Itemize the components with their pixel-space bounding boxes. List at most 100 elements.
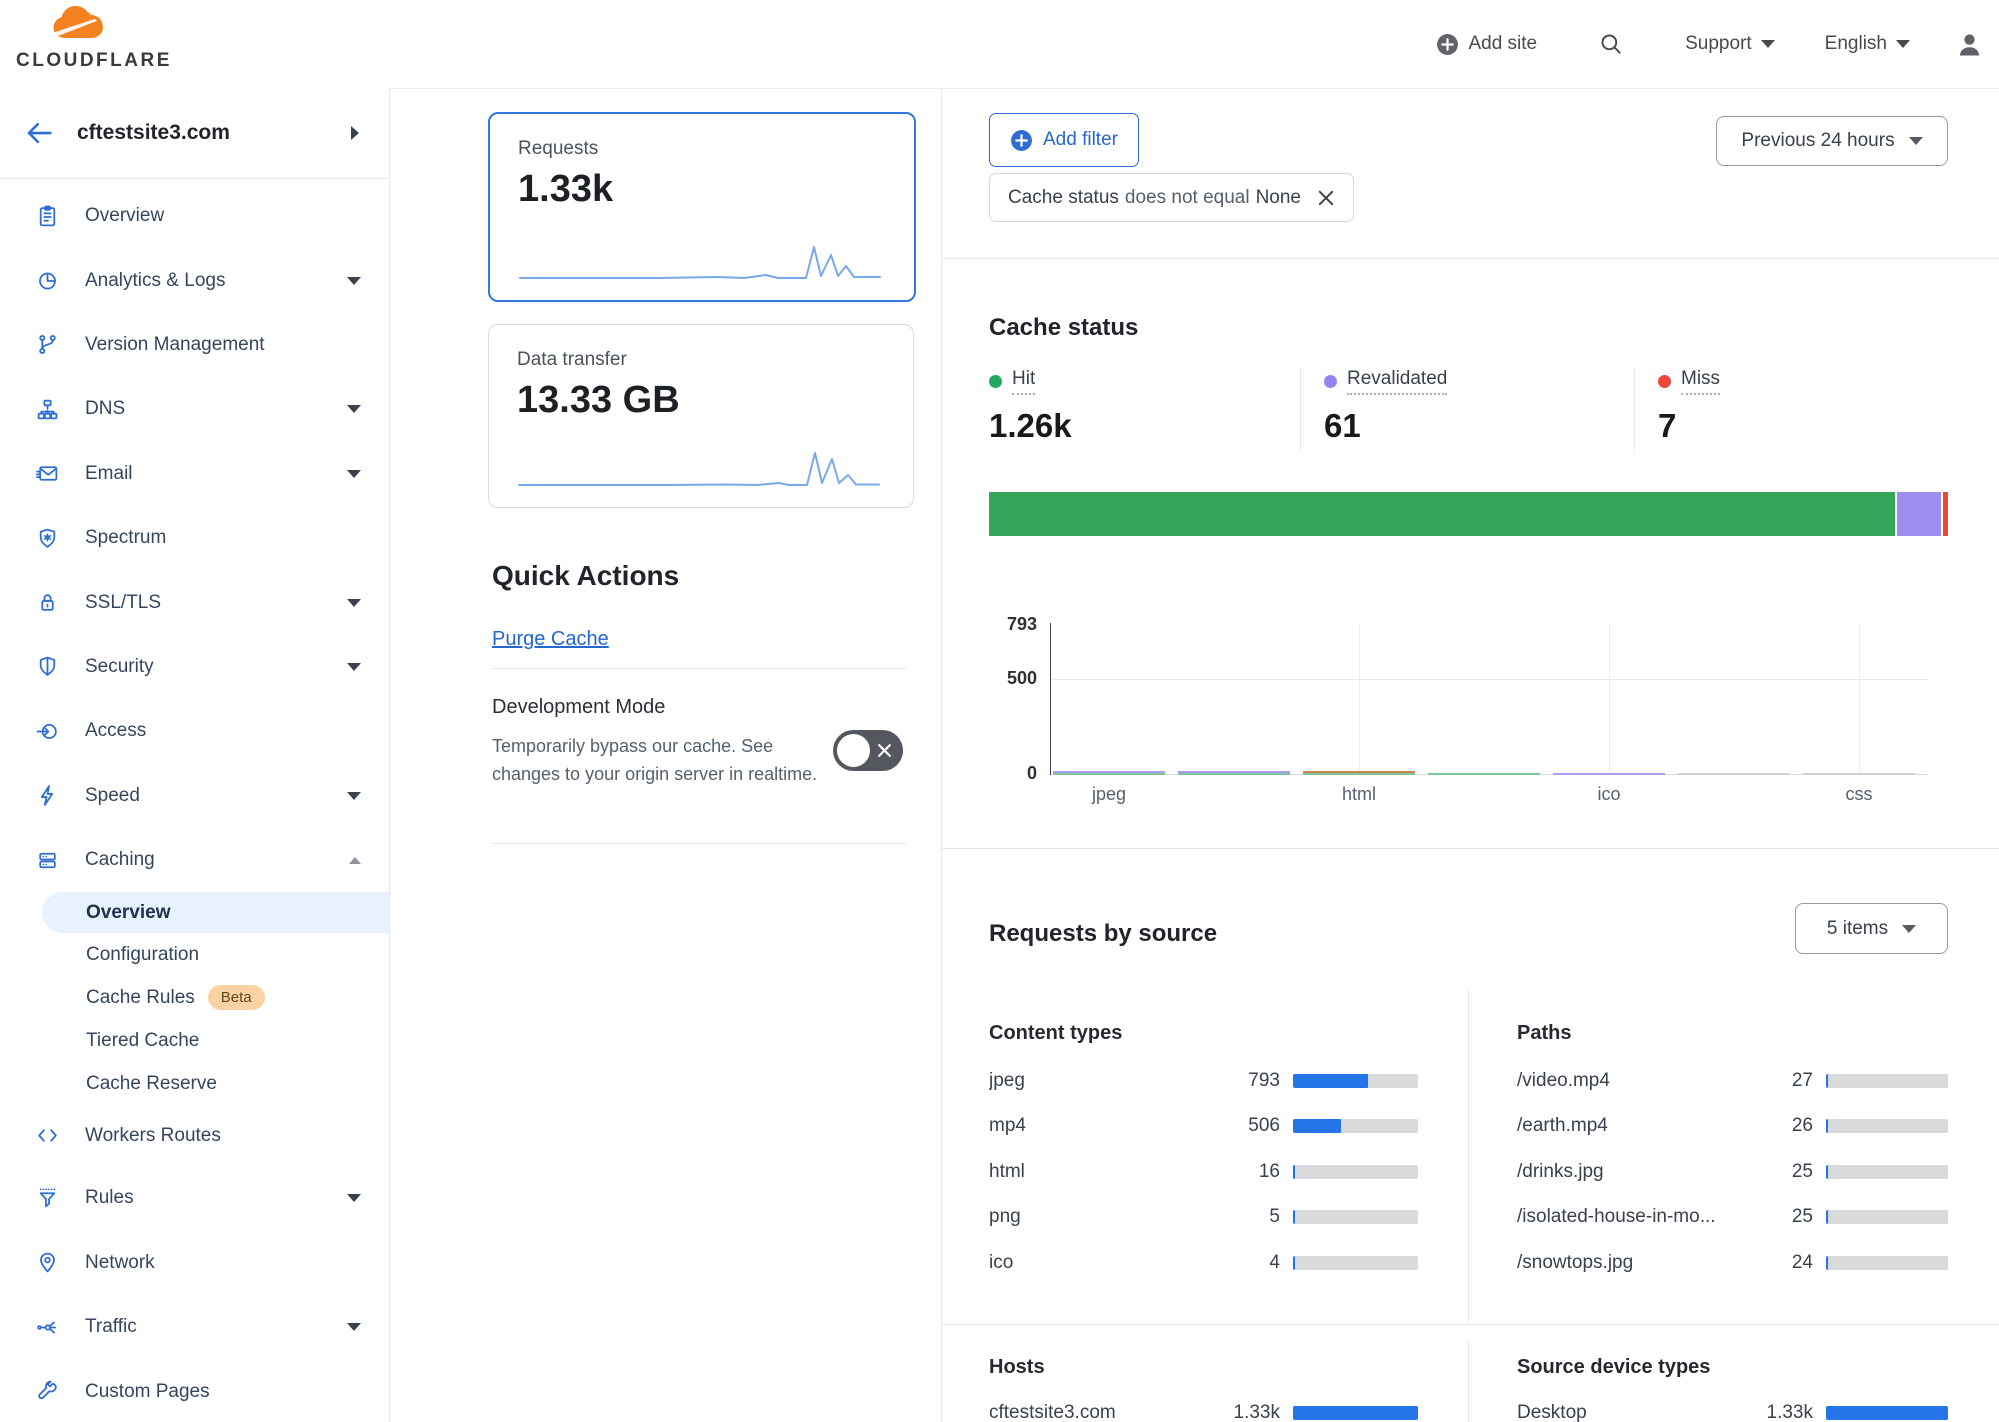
- sidebar-item-email[interactable]: Email: [0, 442, 389, 506]
- sidebar-item-label: Rules: [85, 1187, 134, 1209]
- hit-label[interactable]: Hit: [1012, 368, 1035, 395]
- bar-ico[interactable]: [1553, 773, 1665, 775]
- chevron-down-icon: [347, 1323, 361, 1331]
- requests-metric-card[interactable]: Requests 1.33k: [488, 112, 916, 302]
- sidebar-item-security[interactable]: Security: [0, 635, 389, 699]
- back-arrow-icon[interactable]: [24, 118, 54, 148]
- list-item[interactable]: Desktop 1.33k: [1517, 1390, 1948, 1422]
- row-bar: [1293, 1256, 1418, 1270]
- sidebar-item-caching[interactable]: Caching: [0, 828, 389, 892]
- sidebar-item-rules[interactable]: Rules: [0, 1166, 389, 1230]
- row-bar: [1826, 1074, 1948, 1088]
- branch-icon: [36, 333, 59, 356]
- chevron-right-icon[interactable]: [351, 126, 359, 140]
- server-stack-icon: [36, 849, 59, 872]
- filter-operator: does not equal: [1125, 187, 1250, 209]
- header-actions: Add site Support English: [1436, 0, 1983, 88]
- user-icon: [1956, 31, 1983, 58]
- sidebar-item-access[interactable]: Access: [0, 699, 389, 763]
- miss-value: 7: [1658, 407, 1720, 445]
- sidebar-item-traffic[interactable]: Traffic: [0, 1295, 389, 1359]
- row-bar: [1826, 1165, 1948, 1179]
- data-transfer-metric-card[interactable]: Data transfer 13.33 GB: [488, 324, 914, 508]
- bar-segment-hit: [1178, 773, 1290, 775]
- shield-icon: [36, 655, 59, 678]
- submenu-item-tiered-cache[interactable]: Tiered Cache: [0, 1019, 389, 1062]
- site-switcher[interactable]: cftestsite3.com: [0, 88, 389, 179]
- support-menu[interactable]: Support: [1685, 33, 1775, 55]
- list-item[interactable]: mp4 506: [989, 1104, 1418, 1150]
- divider: [942, 848, 1999, 849]
- time-range-select[interactable]: Previous 24 hours: [1716, 116, 1948, 166]
- list-item[interactable]: cftestsite3.com 1.33k: [989, 1390, 1418, 1422]
- list-item[interactable]: /video.mp4 27: [1517, 1058, 1948, 1104]
- list-item[interactable]: ico 4: [989, 1240, 1418, 1286]
- add-filter-button[interactable]: Add filter: [989, 113, 1139, 167]
- list-item[interactable]: /isolated-house-in-mo... 25: [1517, 1195, 1948, 1241]
- sidebar-item-analytics[interactable]: Analytics & Logs: [0, 248, 389, 312]
- bar-jpeg[interactable]: [1053, 771, 1165, 775]
- funnel-icon: [36, 1187, 59, 1210]
- site-name: cftestsite3.com: [77, 121, 230, 145]
- submenu-item-cache-reserve[interactable]: Cache Reserve: [0, 1062, 389, 1105]
- close-icon[interactable]: [1317, 189, 1335, 207]
- account-menu[interactable]: [1956, 31, 1983, 58]
- sidebar-item-label: DNS: [85, 398, 125, 420]
- submenu-item-label: Cache Reserve: [86, 1073, 217, 1095]
- bar-segment-revalidated: [1553, 773, 1665, 775]
- row-label: /snowtops.jpg: [1517, 1252, 1633, 1274]
- miss-segment[interactable]: [1943, 492, 1948, 536]
- login-circle-icon: [36, 720, 59, 743]
- development-mode-toggle[interactable]: [833, 730, 903, 771]
- list-item[interactable]: png 5: [989, 1195, 1418, 1241]
- divider: [492, 668, 906, 669]
- x-tick-css: css: [1846, 784, 1873, 805]
- row-label: ico: [989, 1252, 1013, 1274]
- search-button[interactable]: [1599, 32, 1623, 56]
- bar-png[interactable]: [1428, 773, 1540, 775]
- list-item[interactable]: html 16: [989, 1149, 1418, 1195]
- sidebar-item-network[interactable]: Network: [0, 1231, 389, 1295]
- revalidated-label[interactable]: Revalidated: [1347, 368, 1447, 395]
- submenu-item-configuration[interactable]: Configuration: [0, 933, 389, 976]
- add-site-button[interactable]: Add site: [1436, 33, 1537, 56]
- hit-segment[interactable]: [989, 492, 1895, 536]
- sidebar-item-ssl-tls[interactable]: SSL/TLS: [0, 570, 389, 634]
- requests-sparkline: [518, 238, 882, 284]
- sidebar-item-overview[interactable]: Overview: [0, 184, 389, 248]
- sidebar-item-spectrum[interactable]: Spectrum: [0, 506, 389, 570]
- sidebar-item-label: Spectrum: [85, 527, 166, 549]
- sidebar-item-version-management[interactable]: Version Management: [0, 313, 389, 377]
- sidebar-item-speed[interactable]: Speed: [0, 764, 389, 828]
- sidebar-item-label: Analytics & Logs: [85, 270, 225, 292]
- sidebar-item-custom-pages[interactable]: Custom Pages: [0, 1359, 389, 1422]
- list-item[interactable]: /earth.mp4 26: [1517, 1104, 1948, 1150]
- bar-mp4[interactable]: [1178, 771, 1290, 775]
- submenu-item-overview[interactable]: Overview: [42, 892, 389, 933]
- sidebar-item-label: Version Management: [85, 334, 265, 356]
- purge-cache-link[interactable]: Purge Cache: [492, 628, 609, 651]
- list-item[interactable]: /drinks.jpg 25: [1517, 1149, 1948, 1195]
- miss-label[interactable]: Miss: [1681, 368, 1720, 395]
- cloudflare-logo[interactable]: CLOUDFLARE: [16, 4, 146, 72]
- row-label: mp4: [989, 1115, 1026, 1137]
- sidebar-item-label: Network: [85, 1252, 155, 1274]
- list-item[interactable]: jpeg 793: [989, 1058, 1418, 1104]
- list-item[interactable]: /snowtops.jpg 24: [1517, 1240, 1948, 1286]
- row-value: 793: [1228, 1070, 1280, 1092]
- items-count-select[interactable]: 5 items: [1795, 903, 1948, 954]
- language-menu[interactable]: English: [1825, 33, 1910, 55]
- row-label: /earth.mp4: [1517, 1115, 1608, 1137]
- submenu-item-cache-rules[interactable]: Cache Rules Beta: [0, 976, 389, 1019]
- beta-badge: Beta: [208, 985, 265, 1010]
- sidebar-item-workers-routes[interactable]: Workers Routes: [0, 1105, 389, 1166]
- bar-css[interactable]: [1803, 773, 1915, 775]
- bar-other-1[interactable]: [1678, 773, 1790, 775]
- revalidated-segment[interactable]: [1897, 492, 1941, 536]
- chevron-down-icon: [347, 663, 361, 671]
- sidebar-item-label: Email: [85, 463, 133, 485]
- sidebar-item-dns[interactable]: DNS: [0, 377, 389, 441]
- data-transfer-sparkline: [517, 445, 881, 491]
- bar-html[interactable]: [1303, 771, 1415, 775]
- clipboard-icon: [36, 205, 59, 228]
